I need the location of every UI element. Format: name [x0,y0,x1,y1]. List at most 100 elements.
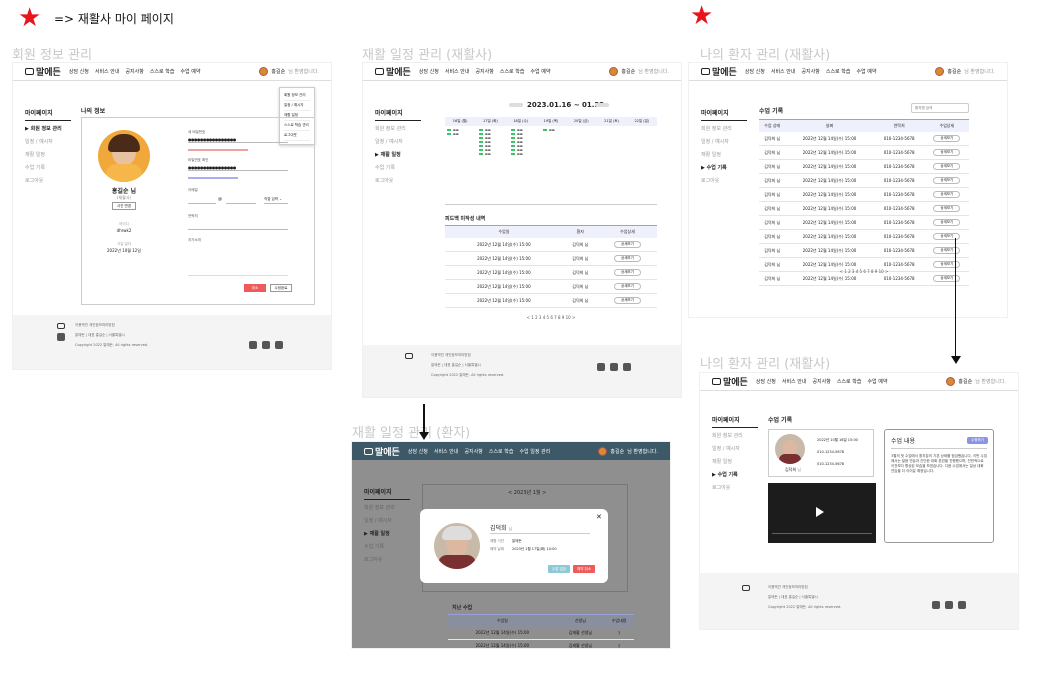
event[interactable]: ▬▬ [447,132,475,136]
nav-item[interactable]: 서비스 안내 [434,449,459,455]
sidebar-item-records[interactable]: 수업 기록 [364,543,410,550]
nav-item[interactable]: 상담 신청 [745,69,765,75]
nav-item[interactable]: 수업 예약 [856,69,876,75]
nav-item[interactable]: 공지사항 [125,69,143,75]
logo[interactable]: 말에든 [364,445,400,458]
sidebar-item-records[interactable]: 수업 기록 [375,164,421,171]
detail-button[interactable]: 상세보기 [933,205,961,212]
sidebar-item-logout[interactable]: 로그아웃 [25,177,71,184]
next-week-button[interactable] [595,103,609,107]
logo[interactable]: 말에든 [375,65,411,78]
pagination[interactable]: < 1 2 3 4 5 6 7 8 9 10 > [445,315,657,320]
nav-item[interactable]: 스스로 학습 [837,379,862,385]
photo-change-button[interactable]: 사진 변경 [112,202,136,210]
detail-button[interactable]: 상세보기 [933,163,961,170]
blog-icon[interactable] [610,363,618,371]
event[interactable]: ▬▬ [479,152,507,156]
nav-item[interactable]: 공지사항 [464,449,482,455]
footer-links[interactable]: 이용약관 개인정보처리방침 [75,323,115,328]
nav-item[interactable]: 상담 신청 [756,379,776,385]
event[interactable]: ▬▬ [543,128,571,132]
nav-item[interactable]: 서비스 안내 [445,69,470,75]
user-menu[interactable]: 홍길순 님 환영합니다. [946,377,1006,386]
detail-button[interactable]: 상세보기 [613,241,641,248]
play-icon[interactable] [816,507,824,517]
sidebar-item-member[interactable]: 회원 정보 관리 [375,125,421,132]
detail-button[interactable]: 상세보기 [933,149,961,156]
notion-icon[interactable] [623,363,631,371]
nav-item[interactable]: 수업 예약 [530,69,550,75]
sidebar-item-rehab[interactable]: ▶ 재활 일정 [364,530,410,537]
nav-item[interactable]: 스스로 학습 [489,449,514,455]
notion-icon[interactable] [958,601,966,609]
detail-button[interactable]: 상세보기 [933,247,961,254]
detail-button[interactable]: 상세보기 [933,219,961,226]
progress-bar[interactable] [772,533,872,534]
sidebar-item-rehab[interactable]: ▶ 재활 일정 [375,151,421,158]
logo[interactable]: 말에든 [712,375,748,388]
detail-button[interactable]: 상세보기 [933,135,961,142]
sidebar-item-logout[interactable]: 로그아웃 [712,484,758,491]
close-icon[interactable]: ✕ [596,513,602,521]
sidebar-item-rehab[interactable]: 재활 일정 [701,151,747,158]
nav-item[interactable]: 수업 예약 [180,69,200,75]
nav-item[interactable]: 공지사항 [475,69,493,75]
logo[interactable]: 말에든 [25,65,61,78]
logo[interactable]: 말에든 [701,65,737,78]
nav-item[interactable]: 상담 신청 [419,69,439,75]
cancel-reservation-button[interactable]: 예약 취소 [573,565,595,573]
user-menu[interactable]: 홍길순 님 환영합니다. [598,446,658,456]
detail-button[interactable]: 상세보기 [933,191,961,198]
nav-item[interactable]: 스스로 학습 [150,69,175,75]
prev-week-button[interactable] [509,103,523,107]
detail-button[interactable]: 상세보기 [933,177,961,184]
sidebar-item-logout[interactable]: 로그아웃 [375,177,421,184]
sidebar-item-schedule[interactable]: 일정 / 예시자 [375,138,421,145]
email-id-field[interactable] [188,198,216,204]
sidebar-item-member[interactable]: 회원 정보 관리 [712,432,758,439]
detail-button[interactable]: 상세보기 [613,269,641,276]
detail-button[interactable]: 상세보기 [613,283,641,290]
nav-item[interactable]: 공지사항 [812,379,830,385]
sidebar-item-rehab[interactable]: 재활 일정 [25,151,71,158]
nav-item[interactable]: 서비스 안내 [95,69,120,75]
save-button[interactable]: 수정완료 [270,284,292,292]
nav-item[interactable]: 수업 예약 [867,379,887,385]
sidebar-item-records[interactable]: 수업 기록 [25,164,71,171]
footer-links[interactable]: 이용약관 개인정보처리방침 [431,353,471,358]
intro-textarea[interactable] [188,246,288,276]
sidebar-item-member[interactable]: 회원 정보 관리 [364,504,410,511]
detail-button[interactable]: 상세보기 [613,297,641,304]
password-field[interactable]: ●●●●●●●●●●●●●●●● [188,137,288,143]
sidebar-item-records[interactable]: ▶ 수업 기록 [701,164,747,171]
detail-button[interactable]: 상세보기 [613,255,641,262]
detail-button[interactable]: 상세보기 [933,261,961,268]
cat-icon[interactable] [249,341,257,349]
cancel-button[interactable]: 취소 [244,284,266,292]
sidebar-item-logout[interactable]: 로그아웃 [701,177,747,184]
nav-item[interactable]: 공지사항 [801,69,819,75]
email-domain-select[interactable]: 직접 입력 ⌄ [264,197,288,204]
search-input[interactable] [911,103,969,113]
cat-icon[interactable] [597,363,605,371]
sidebar-item-member[interactable]: 회원 정보 관리 [701,125,747,132]
enter-class-button[interactable]: 수업 입장 [548,565,570,573]
edit-badge[interactable]: 수정하기 [967,437,988,444]
dropdown-item[interactable]: 일정 / 예시자 [284,101,310,111]
nav-item[interactable]: 서비스 안내 [782,379,807,385]
nav-item[interactable]: 상담 신청 [69,69,89,75]
nav-item[interactable]: 수업 일정 관리 [519,449,550,455]
email-domain-field[interactable] [226,198,256,204]
sidebar-item-logout[interactable]: 로그아웃 [364,556,410,563]
sidebar-item-rehab[interactable]: 재활 일정 [712,458,758,465]
detail-button[interactable]: 상세보기 [933,275,961,282]
event[interactable]: ▬▬ [511,152,539,156]
user-menu[interactable]: 홍길순 님 환영합니다. [935,67,995,76]
nav-item[interactable]: 스스로 학습 [500,69,525,75]
nav-item[interactable]: 상담 신청 [408,449,428,455]
pagination[interactable]: < 1 2 3 4 5 6 7 8 9 10 > [759,269,969,274]
contact-field[interactable] [188,224,288,230]
sidebar-item-schedule[interactable]: 일정 / 예시자 [364,517,410,524]
notion-icon[interactable] [275,341,283,349]
detail-button[interactable]: 상세보기 [933,233,961,240]
